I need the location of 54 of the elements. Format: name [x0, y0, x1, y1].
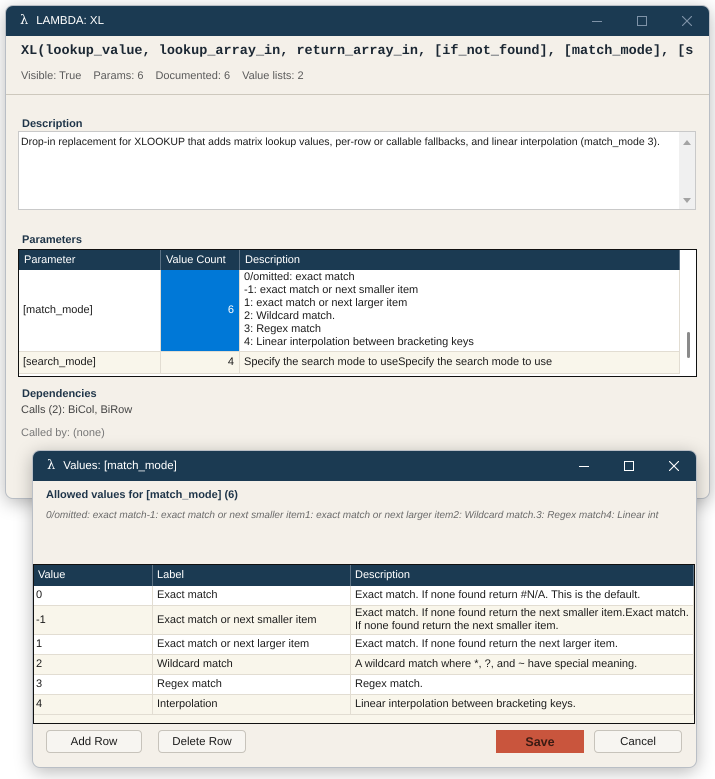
row-action-button[interactable]: Delete Row [158, 730, 246, 753]
table-cell: Regex match. [351, 675, 694, 695]
table-cell: Wildcard match [153, 655, 351, 675]
scrollbar-thumb[interactable] [686, 332, 690, 358]
scroll-up-icon[interactable] [683, 140, 691, 145]
maximize-icon [636, 16, 646, 26]
close-icon [668, 461, 678, 471]
table-cell: Exact match. If none found return the next smaller item.Exact match. If none found return the next smaller item. [351, 606, 694, 635]
section-heading: Dependencies [21, 387, 97, 401]
save-button[interactable]: Save [496, 730, 584, 753]
table-cell: 0 [34, 586, 153, 606]
table-cell: Exact match or next smaller item [153, 606, 351, 635]
cancel-button[interactable]: Cancel [594, 730, 682, 753]
table-cell[interactable]: 0/omitted: exact match -1: exact match or next smaller item 1: exact match or next larger item 2: Wildcard match. 3: Regex match 4: Linear interpolation between bracketing keys [240, 270, 680, 352]
table-cell[interactable]: [search_mode] [19, 352, 161, 374]
table-cell: 4 [34, 695, 153, 715]
stat-label: Documented: 6 [155, 69, 230, 83]
table-cell[interactable]: [match_mode] [19, 270, 161, 352]
table-cell: Linear interpolation between bracketing keys. [351, 695, 694, 715]
table-cell: Exact match [153, 586, 351, 606]
lambda-icon: λ [47, 458, 56, 474]
table-cell: Interpolation [153, 695, 351, 715]
table-cell: 1 [34, 635, 153, 655]
table-cell: Exact match. If none found return #N/A. This is the default. [351, 586, 694, 606]
table-cell: 2 [34, 655, 153, 675]
table-cell: 3 [34, 675, 153, 695]
lambda-icon: λ [20, 13, 28, 29]
maximize-icon [624, 461, 634, 471]
table-cell: A wildcard match where *, ?, and ~ have special meaning. [351, 655, 694, 675]
calls-text: Calls (2): BiCol, BiRow [20, 403, 132, 417]
window-title: LAMBDA: XL [36, 14, 104, 28]
row-action-button[interactable]: Add Row [46, 730, 142, 753]
function-signature: XL(lookup_value, lookup_array_in, return_array_in, [if_not_found], [match_mode], [s [21, 43, 694, 60]
table-cell: -1 [34, 606, 153, 635]
table-cell[interactable]: Specify the search mode to useSpecify the search mode to use [240, 352, 680, 374]
minimize-icon [592, 20, 602, 22]
table-cell: Exact match. If none found return the next larger item. [351, 635, 694, 655]
description-field[interactable]: Drop-in replacement for XLOOKUP that adds matrix lookup values, per-row or callable fallbacks, and linear interpolation (match_mode 3). [18, 131, 696, 210]
values-summary-field[interactable]: 0/omitted: exact match-1: exact match or next smaller item1: exact match or next larger item2: Wildcard match.3: Regex match4: Linear int [46, 506, 696, 557]
table-cell: Exact match or next larger item [153, 635, 351, 655]
close-icon [682, 16, 692, 26]
called-by-text: Called by: (none) [20, 426, 105, 440]
table-cell[interactable]: 6 [161, 270, 240, 352]
window-title: Values: [match_mode] [63, 459, 177, 473]
scroll-down-icon[interactable] [683, 198, 691, 203]
scrollbar[interactable] [679, 132, 695, 209]
stat-label: Visible: True [21, 69, 82, 83]
table-cell[interactable]: 4 [161, 352, 240, 374]
section-heading: Description [21, 117, 83, 131]
section-heading: Parameters [21, 233, 82, 247]
stat-label: Value lists: 2 [242, 69, 304, 83]
dialog-heading: Allowed values for [match_mode] (6) [46, 488, 238, 502]
stat-label: Params: 6 [93, 69, 144, 83]
table-cell: Regex match [153, 675, 351, 695]
